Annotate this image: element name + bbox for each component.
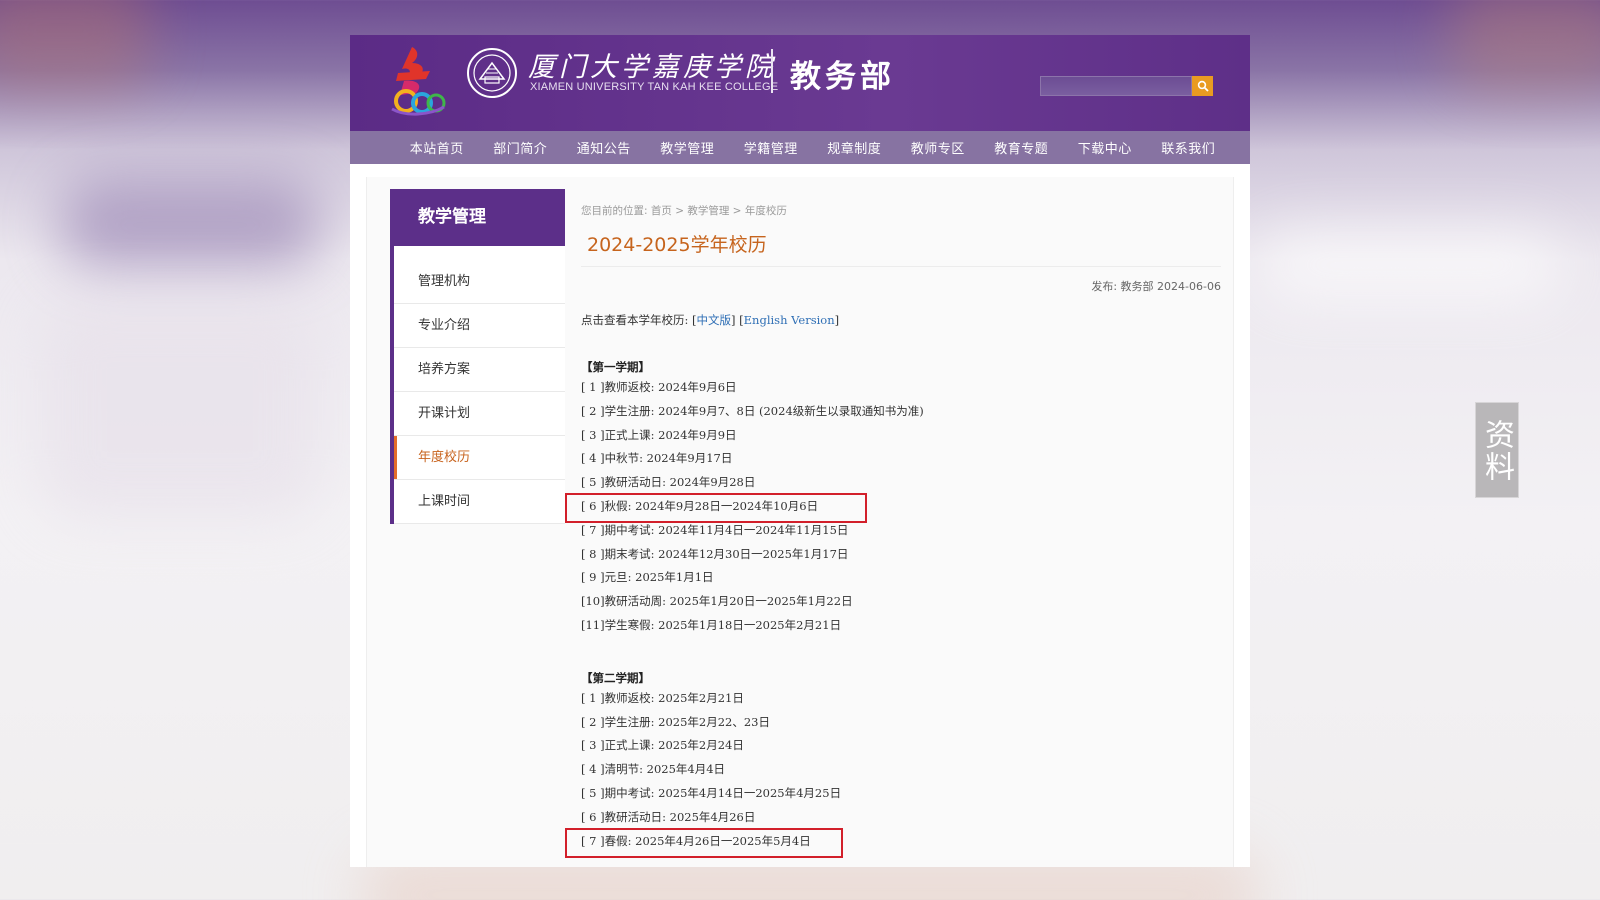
- breadcrumb[interactable]: 您目前的位置: 首页 > 教学管理 > 年度校历: [581, 203, 1221, 218]
- nav-item-notices[interactable]: 通知公告: [562, 138, 646, 157]
- calendar-item: [ 9 ]元旦: 2025年1月1日: [581, 570, 714, 585]
- semester-2-heading: 【第二学期】: [581, 670, 650, 685]
- web-page: 厦门大学嘉庚学院 XIAMEN UNIVERSITY TAN KAH KEE C…: [350, 35, 1250, 867]
- calendar-item: [ 8 ]期末考试: 2024年12月30日一2025年1月17日: [581, 546, 849, 561]
- nav-item-about[interactable]: 部门简介: [479, 138, 563, 157]
- semester-1-heading: 【第一学期】: [581, 360, 650, 374]
- view-suffix-text: ]: [834, 313, 840, 327]
- article: 您目前的位置: 首页 > 教学管理 > 年度校历 2024-2025学年校历 发…: [565, 189, 1221, 858]
- calendar-item: [11]学生寒假: 2025年1月18日一2025年2月21日: [581, 617, 842, 632]
- view-separator-text: ] [: [731, 313, 744, 327]
- nav-item-student-status[interactable]: 学籍管理: [729, 138, 813, 157]
- calendar-item: [ 5 ]期中考试: 2025年4月14日一2025年4月25日: [581, 785, 842, 800]
- calendar-item: [ 3 ]正式上课: 2025年2月24日: [581, 738, 744, 753]
- view-prefix-text: 点击查看本学年校历: [: [581, 313, 697, 327]
- nav-item-contact[interactable]: 联系我们: [1147, 138, 1231, 157]
- college-seal-icon[interactable]: [466, 47, 518, 99]
- calendar-item: [ 1 ]教师返校: 2025年2月21日: [581, 690, 744, 705]
- sidebar-item-calendar[interactable]: 年度校历: [394, 436, 565, 480]
- anniversary-logo-icon[interactable]: [386, 43, 448, 117]
- sidebar-menu: 管理机构 专业介绍 培养方案 开课计划 年度校历 上课时间: [390, 246, 565, 524]
- page-title: 2024-2025学年校历: [587, 234, 767, 256]
- college-name-cn: 厦门大学嘉庚学院: [528, 52, 776, 83]
- calendar-item: [10]教研活动周: 2025年1月20日一2025年1月22日: [581, 594, 853, 609]
- nav-item-home[interactable]: 本站首页: [395, 138, 479, 157]
- calendar-item: [ 1 ]教师返校: 2024年9月6日: [581, 380, 737, 394]
- search-input[interactable]: [1040, 76, 1192, 96]
- nav-item-faculty[interactable]: 教师专区: [896, 138, 980, 157]
- college-name-en: XIAMEN UNIVERSITY TAN KAH KEE COLLEGE: [530, 81, 779, 93]
- calendar-item: [ 2 ]学生注册: 2025年2月22、23日: [581, 714, 770, 729]
- calendar-item: [ 4 ]中秋节: 2024年9月17日: [581, 451, 733, 466]
- sidebar-item-course-plan[interactable]: 开课计划: [394, 392, 565, 436]
- calendar-item: [ 5 ]教研活动日: 2024年9月28日: [581, 475, 756, 490]
- search-button[interactable]: [1192, 76, 1213, 96]
- sidebar-title: 教学管理: [390, 189, 565, 246]
- calendar-item-autumn-break-highlighted: [ 6 ]秋假: 2024年9月28日一2024年10月6日: [565, 493, 1221, 523]
- search-icon: [1197, 80, 1209, 92]
- title-divider: [581, 266, 1221, 267]
- sidebar-item-organization[interactable]: 管理机构: [394, 260, 565, 304]
- nav-item-topics[interactable]: 教育专题: [980, 138, 1064, 157]
- calendar-item: [ 6 ]教研活动日: 2025年4月26日: [581, 809, 756, 824]
- header-divider: [771, 49, 773, 93]
- calendar-item: [ 4 ]清明节: 2025年4月4日: [581, 762, 726, 777]
- nav-item-teaching[interactable]: 教学管理: [646, 138, 730, 157]
- nav-item-regulations[interactable]: 规章制度: [813, 138, 897, 157]
- sidebar-item-training-plan[interactable]: 培养方案: [394, 348, 565, 392]
- sidebar-item-majors[interactable]: 专业介绍: [394, 304, 565, 348]
- english-version-link[interactable]: English Version: [744, 313, 835, 327]
- content-area: 教学管理 管理机构 专业介绍 培养方案 开课计划 年度校历 上课时间 您目前的位…: [366, 177, 1234, 867]
- chinese-version-link[interactable]: 中文版: [697, 313, 732, 327]
- publish-info: 发布: 教务部 2024-06-06: [1091, 280, 1221, 293]
- sidebar: 教学管理 管理机构 专业介绍 培养方案 开课计划 年度校历 上课时间: [390, 189, 565, 524]
- calendar-item: [ 2 ]学生注册: 2024年9月7、8日 (2024级新生以录取通知书为准): [581, 403, 924, 418]
- calendar-item-spring-break-highlighted: [ 7 ]春假: 2025年4月26日一2025年5月4日: [565, 827, 1221, 858]
- calendar-item: [ 3 ]正式上课: 2024年9月9日: [581, 427, 737, 442]
- site-header: 厦门大学嘉庚学院 XIAMEN UNIVERSITY TAN KAH KEE C…: [350, 35, 1250, 131]
- view-calendar-line: 点击查看本学年校历: [中文版] [English Version]: [581, 312, 1221, 328]
- main-nav: 本站首页 部门简介 通知公告 教学管理 学籍管理 规章制度 教师专区 教育专题 …: [350, 131, 1250, 164]
- nav-item-downloads[interactable]: 下载中心: [1063, 138, 1147, 157]
- sidebar-item-class-times[interactable]: 上课时间: [394, 480, 565, 524]
- material-tag: 资料: [1475, 402, 1519, 498]
- department-name: 教务部: [790, 59, 895, 95]
